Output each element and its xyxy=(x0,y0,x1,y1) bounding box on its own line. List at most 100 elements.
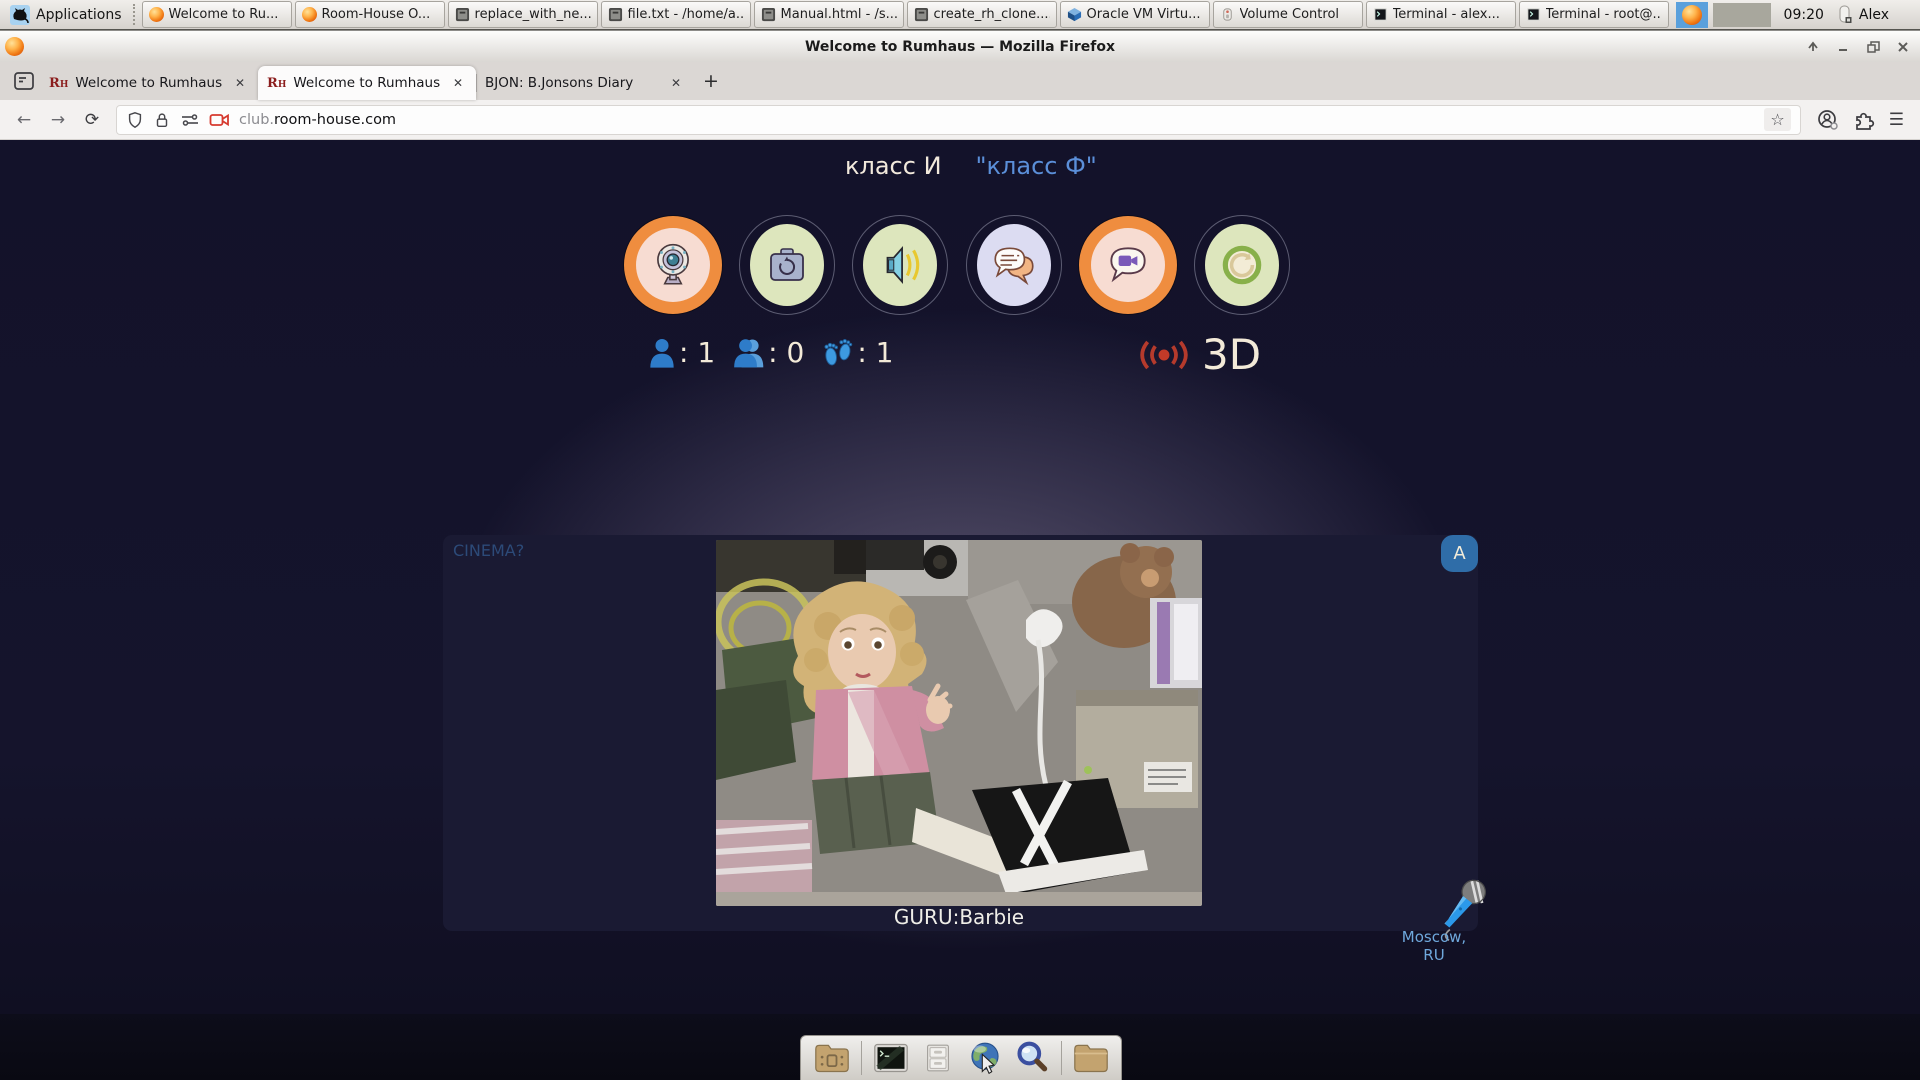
file-manager-launcher[interactable] xyxy=(920,1041,956,1075)
stat-users-value: : 1 xyxy=(679,336,716,369)
web-browser-launcher[interactable] xyxy=(967,1041,1003,1075)
url-subdomain: club. xyxy=(239,111,275,128)
user-avatar[interactable]: A xyxy=(1441,535,1478,572)
window-controls xyxy=(1802,31,1914,63)
dock-panel xyxy=(800,1035,1122,1080)
home-folder-launcher[interactable] xyxy=(814,1041,850,1075)
taskbar-window-label: create_rh_clone.... xyxy=(933,7,1050,22)
window-title: Welcome to Rumhaus — Mozilla Firefox xyxy=(804,38,1115,55)
rumhaus-favicon: RH xyxy=(267,75,287,91)
forward-icon[interactable]: → xyxy=(44,110,72,130)
taskbar-window-terminal-1[interactable]: Terminal - alex... xyxy=(1365,1,1516,28)
stat-groups: : 0 xyxy=(733,336,804,369)
taskbar-window-label: Room-House O... xyxy=(321,7,431,22)
text-editor-icon xyxy=(455,7,469,22)
hamburger-menu-icon[interactable]: ☰ xyxy=(1889,110,1904,130)
snapshot-button[interactable] xyxy=(739,215,835,315)
webcam-frame-doll xyxy=(716,540,1202,906)
3d-mode-label[interactable]: 3D xyxy=(1202,330,1261,379)
permissions-icon[interactable] xyxy=(180,111,200,129)
tab-bjon-diary[interactable]: BJON: B.Jonsons Diary ✕ xyxy=(476,66,694,100)
maximize-button[interactable] xyxy=(1862,37,1884,57)
reload-room-button[interactable] xyxy=(1194,215,1290,315)
sound-button[interactable] xyxy=(852,215,948,315)
tray-firefox-item[interactable] xyxy=(1675,1,1708,28)
applications-label: Applications xyxy=(36,6,122,23)
taskbar-window-editor-4[interactable]: create_rh_clone.... xyxy=(906,1,1057,28)
applications-menu[interactable]: Applications xyxy=(3,1,129,28)
xfce-mouse-icon xyxy=(10,4,30,25)
tab-close-icon[interactable]: ✕ xyxy=(231,74,249,92)
refresh-icon xyxy=(1222,245,1262,285)
video-panel: CINEMA? A GURU:Barbie xyxy=(443,535,1486,942)
speaker-icon xyxy=(886,246,920,284)
taskbar-window-label: Welcome to Ru... xyxy=(168,7,279,22)
user-menu[interactable]: Alex xyxy=(1857,7,1895,23)
reload-icon[interactable]: ⟳ xyxy=(78,110,106,130)
chat-button[interactable] xyxy=(966,215,1062,315)
taskbar-window-editor-1[interactable]: replace_with_ne... xyxy=(447,1,598,28)
text-editor-icon xyxy=(914,7,928,22)
url-bar[interactable]: club. room-house.com ☆ xyxy=(116,104,1801,135)
taskbar-window-editor-2[interactable]: file.txt - /home/a... xyxy=(600,1,751,28)
tab-close-icon[interactable]: ✕ xyxy=(667,74,685,92)
account-icon[interactable] xyxy=(1817,109,1839,131)
tab-welcome-2-active[interactable]: RH Welcome to Rumhaus ✕ xyxy=(258,66,476,100)
stat-users: : 1 xyxy=(648,336,715,369)
magnifier-icon xyxy=(1016,1041,1047,1072)
avatar-letter: A xyxy=(1453,543,1466,564)
taskbar-window-label: replace_with_ne... xyxy=(474,7,591,22)
search-launcher[interactable] xyxy=(1014,1041,1050,1075)
broadcast-mode: 3D xyxy=(1140,330,1261,379)
footprints-icon xyxy=(824,338,853,366)
dock-separator xyxy=(860,1041,862,1075)
taskbar-window-terminal-2[interactable]: Terminal - root@... xyxy=(1518,1,1669,28)
taskbar-window-volume[interactable]: Volume Control xyxy=(1212,1,1363,28)
taskbar-window-editor-3[interactable]: Manual.html - /s... xyxy=(753,1,904,28)
back-icon[interactable]: ← xyxy=(10,110,38,130)
camera-permission-icon[interactable] xyxy=(209,111,230,129)
shield-icon[interactable] xyxy=(126,111,144,129)
firefox-icon xyxy=(1681,4,1702,25)
stat-groups-value: : 0 xyxy=(768,336,805,369)
shade-button[interactable] xyxy=(1802,37,1824,57)
stat-steps: : 1 xyxy=(822,336,893,369)
taskbar-window-virtualbox[interactable]: Oracle VM Virtu... xyxy=(1059,1,1210,28)
tab-close-icon[interactable]: ✕ xyxy=(449,74,467,92)
terminal-icon xyxy=(1526,7,1540,22)
firefox-view-icon[interactable] xyxy=(8,62,40,100)
cinema-label[interactable]: CINEMA? xyxy=(453,541,524,560)
desktop: Applications Welcome to Ru... Room-House… xyxy=(0,0,1920,1080)
navigation-toolbar: ← → ⟳ club. room-house.com ☆ ☰ xyxy=(0,100,1920,140)
dock-separator xyxy=(1060,1041,1062,1075)
folder-launcher[interactable] xyxy=(1073,1041,1109,1075)
class-f-link[interactable]: "класс Ф" xyxy=(976,152,1097,180)
clock[interactable]: 09:20 xyxy=(1776,7,1832,23)
webcam-button[interactable] xyxy=(624,216,722,314)
virtualbox-icon xyxy=(1067,7,1081,22)
volume-control-icon xyxy=(1222,8,1232,21)
tab-welcome-1[interactable]: RH Welcome to Rumhaus ✕ xyxy=(40,66,258,100)
terminal-launcher[interactable] xyxy=(873,1041,909,1075)
bookmark-star-icon[interactable]: ☆ xyxy=(1764,108,1791,131)
stat-steps-value: : 1 xyxy=(857,336,894,369)
tray-device-icon[interactable] xyxy=(1837,4,1852,26)
taskbar-window-firefox-2[interactable]: Room-House O... xyxy=(294,1,445,28)
taskbar-window-firefox-1[interactable]: Welcome to Ru... xyxy=(141,1,292,28)
stream-caption: GURU:Barbie xyxy=(893,905,1025,929)
video-chat-button[interactable] xyxy=(1079,216,1177,314)
minimize-button[interactable] xyxy=(1832,37,1854,57)
taskbar-window-label: Terminal - alex... xyxy=(1392,7,1500,22)
webcam-stream[interactable] xyxy=(716,540,1202,906)
lock-icon[interactable] xyxy=(153,111,171,129)
firefox-titlebar[interactable]: Welcome to Rumhaus — Mozilla Firefox xyxy=(0,30,1920,62)
new-tab-button[interactable]: + xyxy=(694,62,728,100)
class-i-label: класс И xyxy=(845,152,942,180)
location-label[interactable]: Moscow, RU xyxy=(1390,928,1478,964)
extensions-puzzle-icon[interactable] xyxy=(1853,109,1875,131)
taskbar-window-label: Manual.html - /s... xyxy=(780,7,897,22)
close-button[interactable] xyxy=(1892,37,1914,57)
taskbar-window-label: Oracle VM Virtu... xyxy=(1086,7,1201,22)
toolbar-right: ☰ xyxy=(1811,109,1910,131)
broadcast-icon[interactable] xyxy=(1140,338,1188,372)
